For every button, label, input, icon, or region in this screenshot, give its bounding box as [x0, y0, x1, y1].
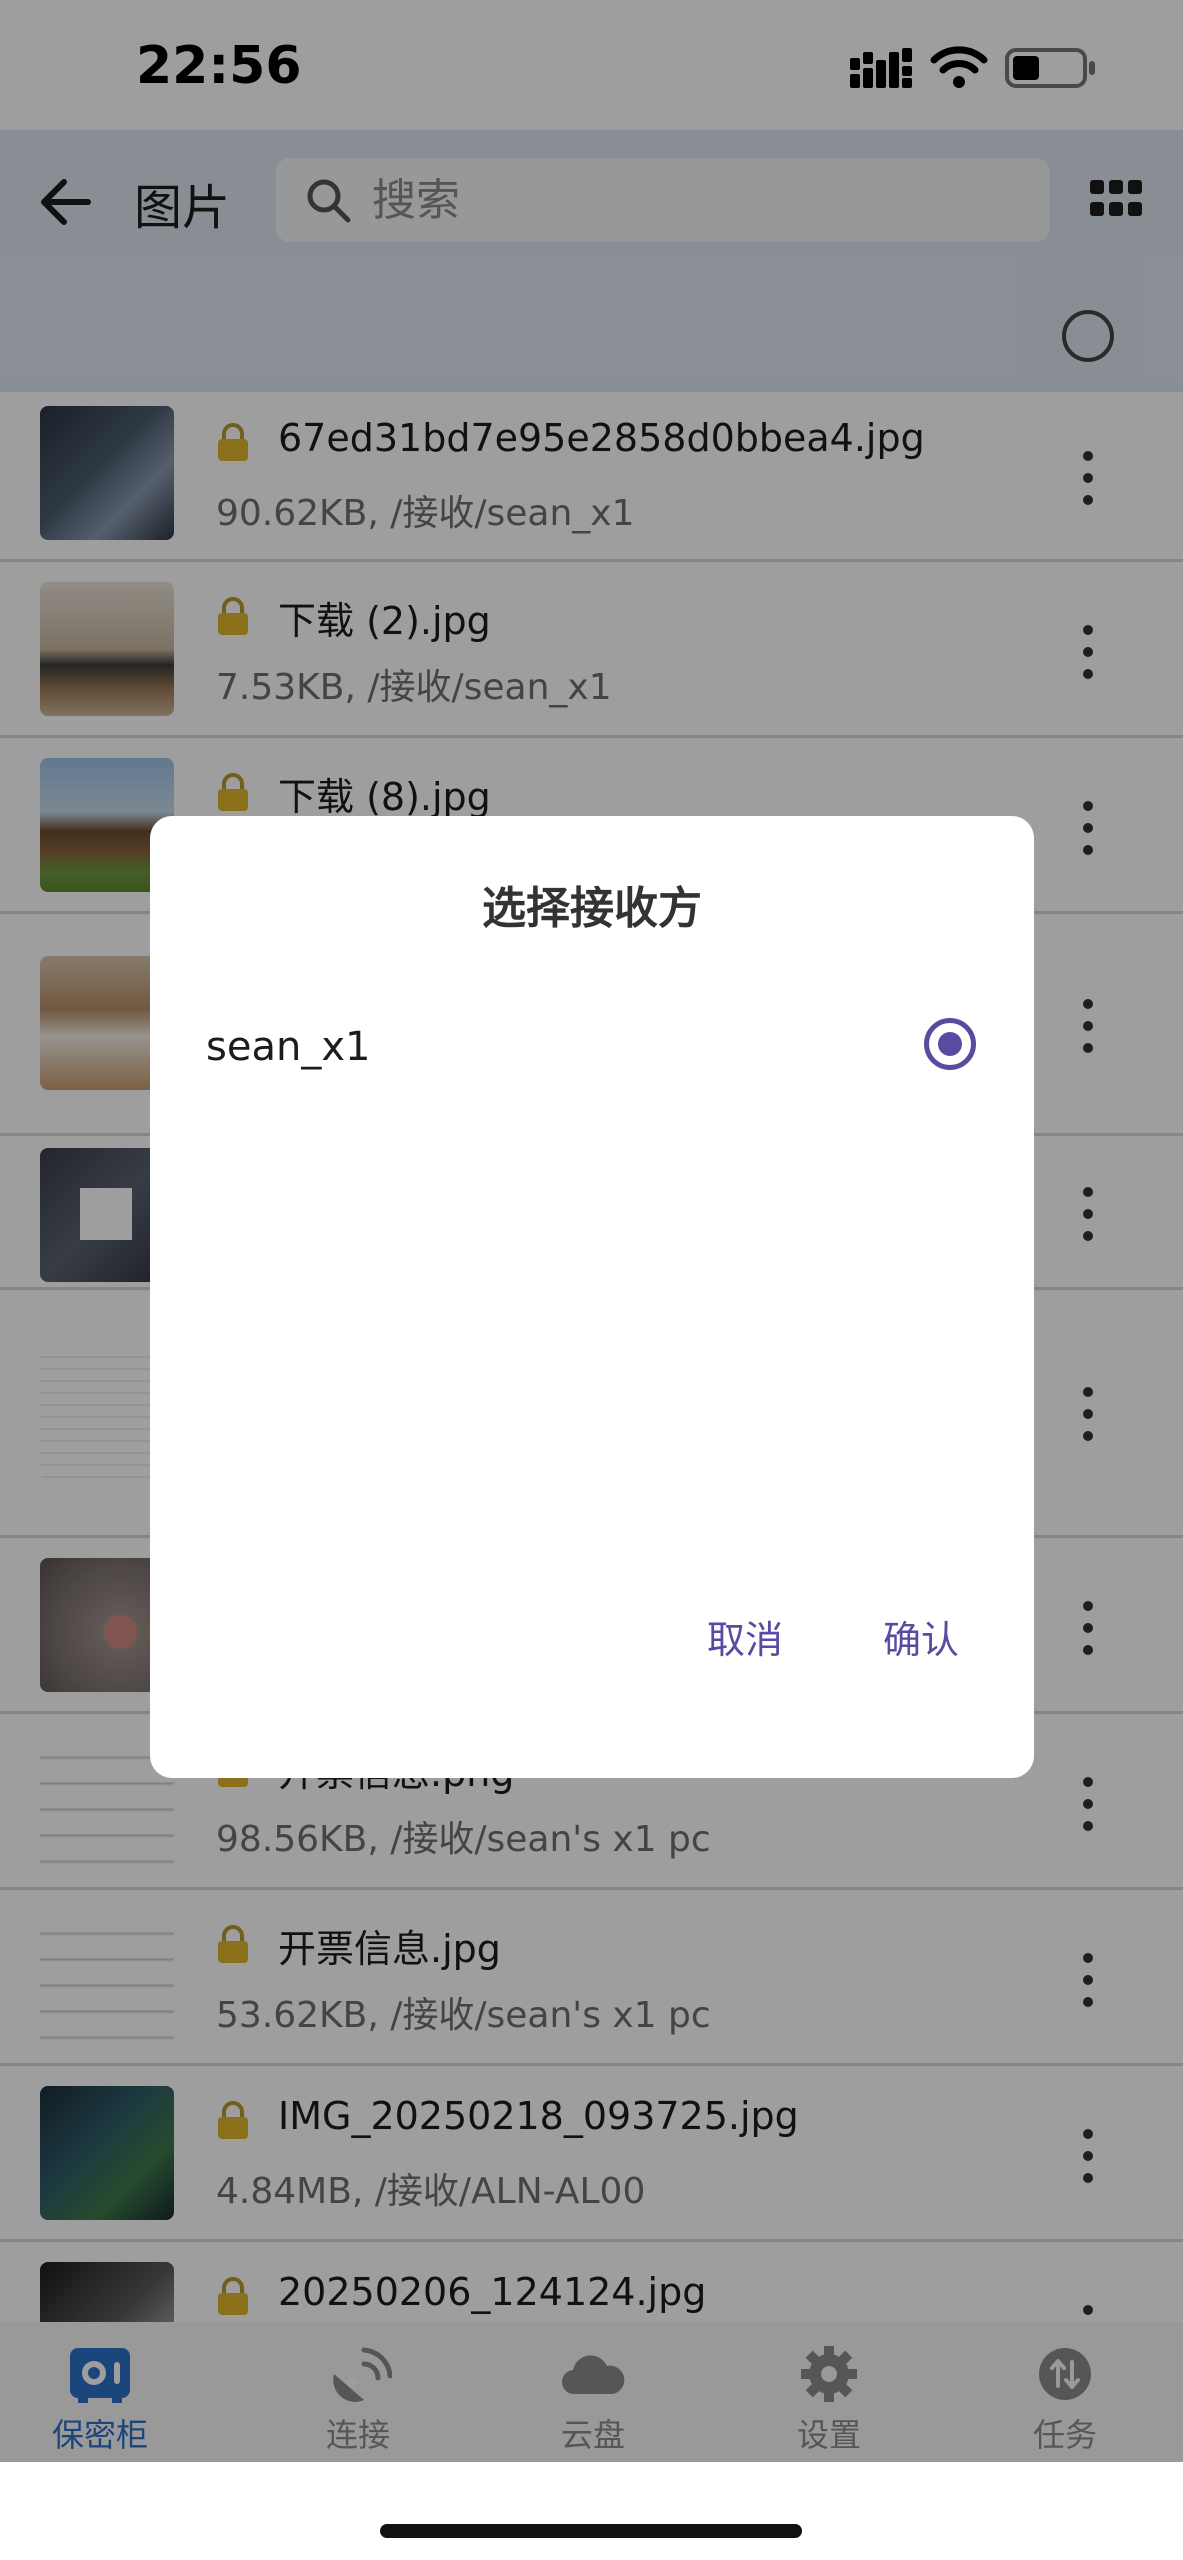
confirm-button[interactable]: 确认: [846, 1600, 996, 1680]
select-receiver-dialog: 选择接收方 sean_x1 取消 确认: [150, 816, 1034, 1778]
radio-dot: [938, 1032, 962, 1056]
receiver-option[interactable]: sean_x1: [150, 1006, 1034, 1094]
cancel-button[interactable]: 取消: [670, 1600, 820, 1680]
dialog-title: 选择接收方: [482, 883, 702, 934]
radio-button-selected[interactable]: [924, 1018, 976, 1070]
home-indicator-area: [0, 2462, 1183, 2560]
home-indicator[interactable]: [380, 2524, 802, 2538]
receiver-name: sean_x1: [206, 1024, 371, 1070]
